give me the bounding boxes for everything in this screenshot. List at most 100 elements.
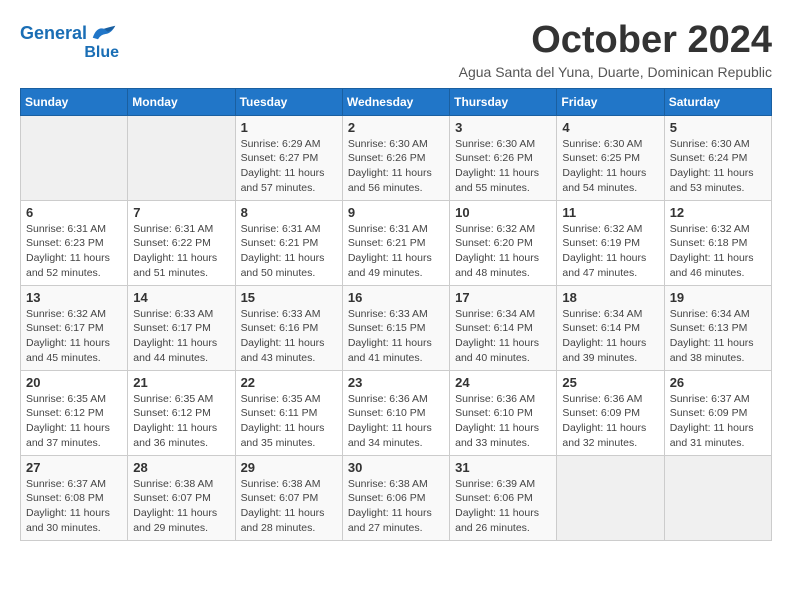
- calendar-cell: 14 Sunrise: 6:33 AMSunset: 6:17 PMDayligh…: [128, 285, 235, 370]
- day-info: Sunrise: 6:30 AMSunset: 6:26 PMDaylight:…: [455, 137, 551, 196]
- logo-text2: Blue: [84, 44, 119, 62]
- weekday-header-saturday: Saturday: [664, 88, 771, 115]
- day-info: Sunrise: 6:30 AMSunset: 6:26 PMDaylight:…: [348, 137, 444, 196]
- calendar-cell: [664, 455, 771, 540]
- weekday-header-wednesday: Wednesday: [342, 88, 449, 115]
- calendar-week-row: 20 Sunrise: 6:35 AMSunset: 6:12 PMDayligh…: [21, 370, 772, 455]
- calendar-cell: 4 Sunrise: 6:30 AMSunset: 6:25 PMDaylight…: [557, 115, 664, 200]
- day-info: Sunrise: 6:31 AMSunset: 6:22 PMDaylight:…: [133, 222, 229, 281]
- calendar-cell: [21, 115, 128, 200]
- calendar-cell: 26Sunrise: 6:37 AMSunset: 6:09 PMDayligh…: [664, 370, 771, 455]
- month-title: October 2024: [459, 20, 772, 62]
- calendar-week-row: 13Sunrise: 6:32 AMSunset: 6:17 PMDayligh…: [21, 285, 772, 370]
- day-info: Sunrise: 6:34 AMSunset: 6:13 PMDaylight:…: [670, 307, 766, 366]
- calendar-cell: 22 Sunrise: 6:35 AMSunset: 6:11 PMDayligh…: [235, 370, 342, 455]
- day-number: 11: [562, 205, 658, 220]
- day-number: 29: [241, 460, 337, 475]
- title-section: October 2024 Agua Santa del Yuna, Duarte…: [459, 20, 772, 80]
- calendar-cell: 1 Sunrise: 6:29 AMSunset: 6:27 PMDaylight…: [235, 115, 342, 200]
- calendar-cell: 12Sunrise: 6:32 AMSunset: 6:18 PMDayligh…: [664, 200, 771, 285]
- day-number: 10: [455, 205, 551, 220]
- calendar-cell: 11 Sunrise: 6:32 AMSunset: 6:19 PMDayligh…: [557, 200, 664, 285]
- calendar-cell: 18Sunrise: 6:34 AMSunset: 6:14 PMDayligh…: [557, 285, 664, 370]
- day-info: Sunrise: 6:33 AMSunset: 6:15 PMDaylight:…: [348, 307, 444, 366]
- day-info: Sunrise: 6:30 AMSunset: 6:25 PMDaylight:…: [562, 137, 658, 196]
- day-info: Sunrise: 6:39 AMSunset: 6:06 PMDaylight:…: [455, 477, 551, 536]
- day-info: Sunrise: 6:36 AMSunset: 6:10 PMDaylight:…: [348, 392, 444, 451]
- day-number: 6: [26, 205, 122, 220]
- calendar-cell: 23 Sunrise: 6:36 AMSunset: 6:10 PMDayligh…: [342, 370, 449, 455]
- calendar-cell: 7 Sunrise: 6:31 AMSunset: 6:22 PMDaylight…: [128, 200, 235, 285]
- day-number: 24: [455, 375, 551, 390]
- day-number: 19: [670, 290, 766, 305]
- day-number: 1: [241, 120, 337, 135]
- calendar-cell: 15 Sunrise: 6:33 AMSunset: 6:16 PMDayligh…: [235, 285, 342, 370]
- calendar-cell: 13Sunrise: 6:32 AMSunset: 6:17 PMDayligh…: [21, 285, 128, 370]
- day-number: 23: [348, 375, 444, 390]
- calendar-cell: 5Sunrise: 6:30 AMSunset: 6:24 PMDaylight…: [664, 115, 771, 200]
- calendar-week-row: 6 Sunrise: 6:31 AMSunset: 6:23 PMDaylight…: [21, 200, 772, 285]
- calendar-cell: 9 Sunrise: 6:31 AMSunset: 6:21 PMDaylight…: [342, 200, 449, 285]
- calendar-cell: [557, 455, 664, 540]
- day-number: 14: [133, 290, 229, 305]
- weekday-header-thursday: Thursday: [450, 88, 557, 115]
- calendar-cell: 10 Sunrise: 6:32 AMSunset: 6:20 PMDayligh…: [450, 200, 557, 285]
- calendar-cell: 17 Sunrise: 6:34 AMSunset: 6:14 PMDayligh…: [450, 285, 557, 370]
- calendar-week-row: 1 Sunrise: 6:29 AMSunset: 6:27 PMDaylight…: [21, 115, 772, 200]
- day-number: 3: [455, 120, 551, 135]
- calendar-cell: 2 Sunrise: 6:30 AMSunset: 6:26 PMDaylight…: [342, 115, 449, 200]
- weekday-header-row: SundayMondayTuesdayWednesdayThursdayFrid…: [21, 88, 772, 115]
- day-number: 4: [562, 120, 658, 135]
- day-info: Sunrise: 6:35 AMSunset: 6:11 PMDaylight:…: [241, 392, 337, 451]
- day-number: 27: [26, 460, 122, 475]
- day-info: Sunrise: 6:34 AMSunset: 6:14 PMDaylight:…: [455, 307, 551, 366]
- calendar-cell: 8 Sunrise: 6:31 AMSunset: 6:21 PMDaylight…: [235, 200, 342, 285]
- day-info: Sunrise: 6:38 AMSunset: 6:07 PMDaylight:…: [133, 477, 229, 536]
- calendar-cell: 19 Sunrise: 6:34 AMSunset: 6:13 PMDayligh…: [664, 285, 771, 370]
- day-number: 20: [26, 375, 122, 390]
- calendar-cell: 28 Sunrise: 6:38 AMSunset: 6:07 PMDayligh…: [128, 455, 235, 540]
- day-info: Sunrise: 6:38 AMSunset: 6:06 PMDaylight:…: [348, 477, 444, 536]
- day-number: 9: [348, 205, 444, 220]
- logo: General Blue: [20, 20, 119, 62]
- day-info: Sunrise: 6:32 AMSunset: 6:18 PMDaylight:…: [670, 222, 766, 281]
- day-number: 21: [133, 375, 229, 390]
- day-number: 28: [133, 460, 229, 475]
- day-info: Sunrise: 6:29 AMSunset: 6:27 PMDaylight:…: [241, 137, 337, 196]
- day-number: 17: [455, 290, 551, 305]
- day-info: Sunrise: 6:32 AMSunset: 6:19 PMDaylight:…: [562, 222, 658, 281]
- day-number: 18: [562, 290, 658, 305]
- calendar-cell: 27 Sunrise: 6:37 AMSunset: 6:08 PMDayligh…: [21, 455, 128, 540]
- day-number: 22: [241, 375, 337, 390]
- weekday-header-friday: Friday: [557, 88, 664, 115]
- calendar-table: SundayMondayTuesdayWednesdayThursdayFrid…: [20, 88, 772, 541]
- calendar-cell: 6 Sunrise: 6:31 AMSunset: 6:23 PMDaylight…: [21, 200, 128, 285]
- day-number: 16: [348, 290, 444, 305]
- day-number: 31: [455, 460, 551, 475]
- day-number: 26: [670, 375, 766, 390]
- day-info: Sunrise: 6:33 AMSunset: 6:17 PMDaylight:…: [133, 307, 229, 366]
- day-info: Sunrise: 6:35 AMSunset: 6:12 PMDaylight:…: [133, 392, 229, 451]
- calendar-week-row: 27 Sunrise: 6:37 AMSunset: 6:08 PMDayligh…: [21, 455, 772, 540]
- day-info: Sunrise: 6:36 AMSunset: 6:09 PMDaylight:…: [562, 392, 658, 451]
- calendar-cell: 16 Sunrise: 6:33 AMSunset: 6:15 PMDayligh…: [342, 285, 449, 370]
- day-info: Sunrise: 6:32 AMSunset: 6:20 PMDaylight:…: [455, 222, 551, 281]
- day-info: Sunrise: 6:32 AMSunset: 6:17 PMDaylight:…: [26, 307, 122, 366]
- day-number: 7: [133, 205, 229, 220]
- day-number: 25: [562, 375, 658, 390]
- calendar-cell: 20Sunrise: 6:35 AMSunset: 6:12 PMDayligh…: [21, 370, 128, 455]
- day-number: 15: [241, 290, 337, 305]
- day-info: Sunrise: 6:30 AMSunset: 6:24 PMDaylight:…: [670, 137, 766, 196]
- day-info: Sunrise: 6:31 AMSunset: 6:23 PMDaylight:…: [26, 222, 122, 281]
- day-info: Sunrise: 6:37 AMSunset: 6:08 PMDaylight:…: [26, 477, 122, 536]
- weekday-header-tuesday: Tuesday: [235, 88, 342, 115]
- calendar-cell: 30Sunrise: 6:38 AMSunset: 6:06 PMDayligh…: [342, 455, 449, 540]
- day-number: 2: [348, 120, 444, 135]
- day-info: Sunrise: 6:31 AMSunset: 6:21 PMDaylight:…: [241, 222, 337, 281]
- day-info: Sunrise: 6:31 AMSunset: 6:21 PMDaylight:…: [348, 222, 444, 281]
- calendar-cell: [128, 115, 235, 200]
- day-number: 8: [241, 205, 337, 220]
- day-info: Sunrise: 6:33 AMSunset: 6:16 PMDaylight:…: [241, 307, 337, 366]
- day-info: Sunrise: 6:36 AMSunset: 6:10 PMDaylight:…: [455, 392, 551, 451]
- logo-text: General: [20, 24, 87, 44]
